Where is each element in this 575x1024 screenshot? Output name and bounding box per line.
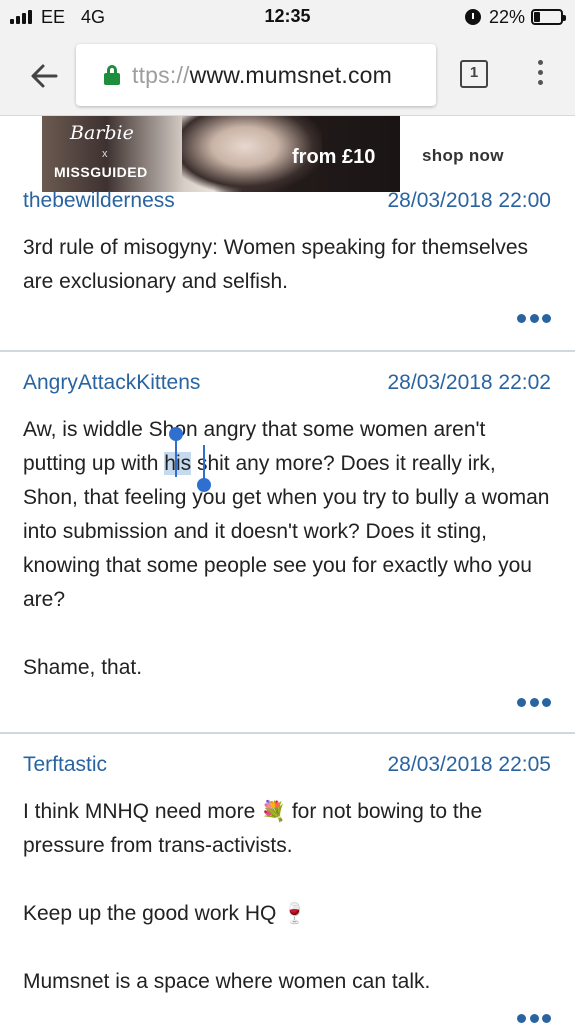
post-paragraph: I think MNHQ need more 💐 for not bowing …: [23, 795, 553, 863]
address-bar[interactable]: ttps://www.mumsnet.com: [76, 44, 436, 106]
advertisement-banner[interactable]: Barbie x MISSGUIDED from £10 shop now: [42, 116, 532, 192]
post-body: Aw, is widdle Shon angry that some women…: [23, 413, 553, 685]
status-right: 22%: [464, 6, 566, 28]
post-paragraph: Keep up the good work HQ 🍷: [23, 897, 553, 931]
overflow-menu-icon[interactable]: [536, 60, 544, 90]
ad-brand-barbie: Barbie: [70, 122, 134, 144]
url-scheme: ttps://: [132, 61, 190, 88]
post-body: I think MNHQ need more 💐 for not bowing …: [23, 795, 553, 999]
url-host: www.mumsnet.com: [189, 61, 393, 88]
ad-brand-missguided: MISSGUIDED: [54, 164, 148, 180]
tab-switcher-button[interactable]: 1: [460, 60, 488, 88]
post-text: I think MNHQ need more: [23, 800, 262, 823]
post-paragraph: 3rd rule of misogyny: Women speaking for…: [23, 236, 529, 293]
ad-image[interactable]: Barbie x MISSGUIDED from £10: [42, 116, 400, 192]
post-paragraph: Shame, that.: [23, 656, 143, 679]
post-paragraph: Aw, is widdle Shon angry that some women…: [23, 413, 553, 617]
ad-brand-x: x: [102, 148, 108, 160]
post-paragraph: Mumsnet is a space where women can talk.: [23, 970, 431, 993]
bouquet-emoji-icon: 💐: [261, 801, 286, 824]
selection-end-handle[interactable]: [197, 478, 211, 492]
wine-glass-emoji-icon: 🍷: [282, 903, 308, 926]
battery-icon: [531, 9, 566, 25]
post-text: shit any more? Does it really irk, Shon,…: [23, 452, 550, 611]
post-more-options-icon[interactable]: [517, 1014, 551, 1023]
post-more-options-icon[interactable]: [517, 698, 551, 707]
post-text: Keep up the good work HQ: [23, 902, 283, 925]
ad-shop-now-link[interactable]: shop now: [422, 146, 504, 166]
battery-percentage: 22%: [488, 6, 525, 27]
post-date: 28/03/2018 22:00: [387, 189, 552, 212]
status-bar: EE 4G 12:35 22%: [0, 0, 575, 34]
post: Terftastic 28/03/2018 22:05 I think MNHQ…: [0, 732, 575, 1024]
battery-fill: [534, 12, 540, 22]
url-text[interactable]: ttps://www.mumsnet.com: [132, 62, 392, 89]
post-body: 3rd rule of misogyny: Women speaking for…: [23, 231, 553, 299]
post-date: 28/03/2018 22:05: [387, 753, 552, 776]
post: thebewilderness 28/03/2018 22:00 3rd rul…: [0, 189, 575, 352]
post-author[interactable]: AngryAttackKittens: [23, 371, 200, 395]
back-arrow-icon[interactable]: [28, 60, 60, 92]
post-date: 28/03/2018 22:02: [387, 371, 552, 394]
alarm-icon: [464, 9, 481, 25]
browser-toolbar: ttps://www.mumsnet.com 1: [0, 34, 575, 116]
post-author[interactable]: Terftastic: [23, 753, 107, 777]
post-author[interactable]: thebewilderness: [23, 189, 175, 213]
selection-start-stem: [175, 439, 177, 477]
text-selection[interactable]: his: [164, 452, 192, 475]
lock-icon: [104, 65, 120, 85]
post-more-options-icon[interactable]: [517, 314, 551, 323]
ad-price: from £10: [292, 146, 376, 168]
post: AngryAttackKittens 28/03/2018 22:02 Aw, …: [0, 350, 575, 734]
